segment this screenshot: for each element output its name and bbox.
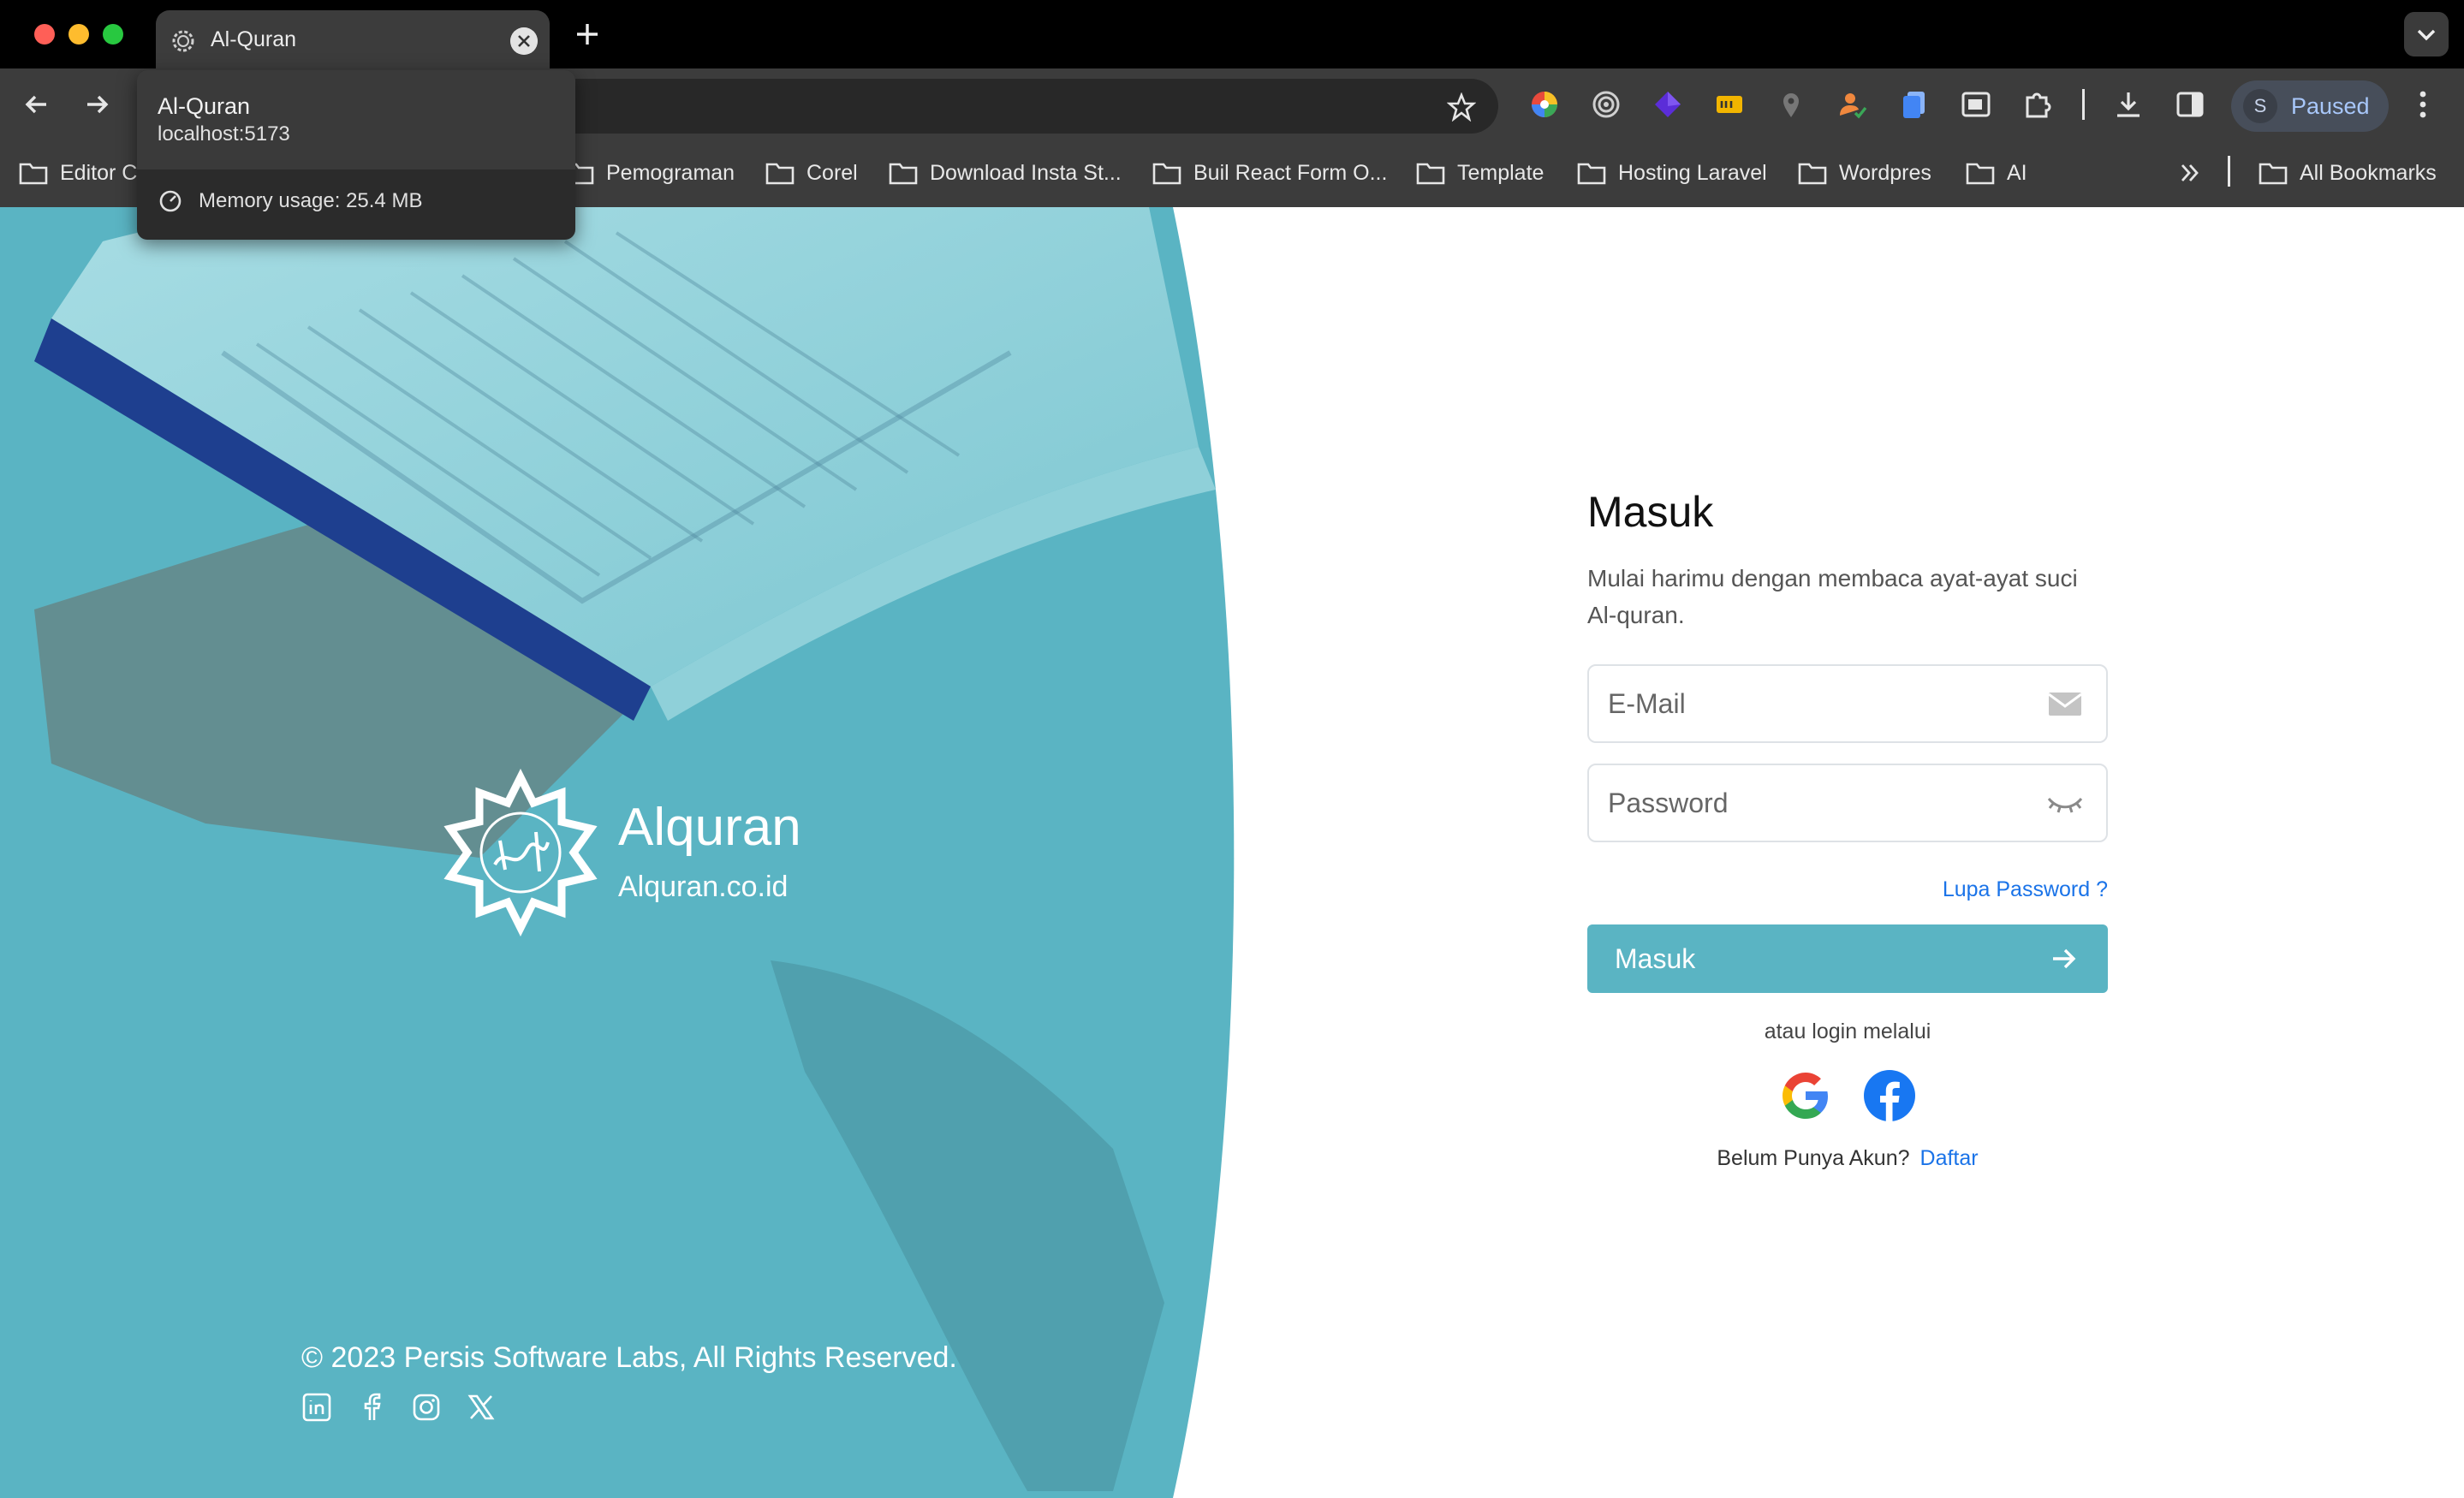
alt-login-text: atau login melalui	[1764, 1019, 1931, 1043]
x-icon[interactable]	[466, 1392, 497, 1423]
bookmark-folder[interactable]: Download Insta St...	[889, 156, 1122, 190]
pin-icon[interactable]	[1776, 89, 1806, 120]
form-subtitle: Mulai harimu dengan membaca ayat-ayat su…	[1587, 565, 2078, 628]
google-icon[interactable]	[1778, 1068, 1833, 1123]
folder-icon	[19, 163, 48, 185]
forgot-password-link[interactable]: Lupa Password ?	[1587, 877, 2108, 902]
envelope-icon	[2048, 693, 2082, 716]
email-input[interactable]	[1608, 666, 2036, 741]
brand-block: Alquran Alquran.co.id	[437, 769, 1087, 948]
docs-icon[interactable]	[1899, 89, 1930, 120]
bookmark-folder[interactable]: Corel	[765, 156, 858, 190]
hovercard-title: Al-Quran	[158, 93, 251, 119]
close-tab-icon[interactable]	[510, 27, 538, 55]
all-bookmarks-button[interactable]: All Bookmarks	[2259, 156, 2437, 190]
gauge-icon	[159, 190, 182, 212]
quran-seal-logo	[443, 769, 598, 936]
color-wheel-icon[interactable]	[1529, 89, 1560, 120]
puzzle-icon[interactable]	[2022, 89, 2053, 120]
signup-link[interactable]: Daftar	[1920, 1146, 1979, 1170]
tab-title: Al-Quran	[211, 27, 297, 51]
folder-icon	[765, 163, 795, 185]
profile-button[interactable]: S Paused	[2231, 80, 2389, 132]
tab-al-quran[interactable]: Al-Quran	[156, 10, 550, 68]
facebook-icon[interactable]	[1862, 1068, 1917, 1123]
bookmark-folder[interactable]: Editor C	[19, 156, 137, 190]
download-icon[interactable]	[2113, 89, 2144, 120]
minimize-window-button[interactable]	[68, 24, 89, 45]
bookmark-label: Hosting Laravel	[1618, 160, 1767, 185]
login-form: Masuk Mulai harimu dengan membaca ayat-a…	[1587, 486, 2108, 1171]
gem-icon[interactable]	[1652, 89, 1683, 120]
folder-icon	[1577, 163, 1606, 185]
email-field	[1587, 664, 2108, 743]
bookmark-folder[interactable]: AI	[1966, 156, 2027, 190]
bookmark-folder[interactable]: Template	[1416, 156, 1544, 190]
bookmark-folder[interactable]: Buil React Form O...	[1152, 156, 1387, 190]
window-icon[interactable]	[1961, 89, 1991, 120]
tab-hover-card: Al-Quran localhost:5173 Memory usage: 25…	[137, 70, 575, 240]
tab-strip: Al-Quran	[0, 0, 2464, 68]
folder-icon	[1798, 163, 1827, 185]
copyright-text: © 2023 Persis Software Labs, All Rights …	[301, 1341, 957, 1374]
folder-icon	[889, 163, 918, 185]
hovercard-memory: Memory usage: 25.4 MB	[199, 189, 423, 212]
back-icon[interactable]	[19, 87, 53, 122]
target-icon[interactable]	[1591, 89, 1622, 120]
brand-domain: Alquran.co.id	[618, 871, 789, 903]
arrow-right-icon	[2053, 948, 2076, 969]
login-button-label: Masuk	[1615, 942, 1696, 974]
tag-icon[interactable]	[1714, 89, 1745, 120]
bookmark-folder[interactable]: Hosting Laravel	[1577, 156, 1767, 190]
avatar: S	[2243, 89, 2277, 123]
form-title: Masuk	[1587, 488, 1714, 536]
forward-icon[interactable]	[80, 87, 115, 122]
bookmark-star-icon[interactable]	[1447, 92, 1476, 122]
linkedin-icon[interactable]	[301, 1392, 332, 1423]
close-window-button[interactable]	[34, 24, 55, 45]
folder-icon	[2259, 163, 2288, 185]
bookmark-label: Template	[1457, 160, 1544, 185]
profile-status: Paused	[2291, 93, 2370, 119]
facebook-icon[interactable]	[356, 1392, 387, 1423]
brand-name: Alquran	[618, 798, 801, 857]
bookmark-label: Corel	[806, 160, 858, 185]
folder-icon	[1152, 163, 1181, 185]
login-button[interactable]: Masuk	[1587, 924, 2108, 993]
hovercard-url: localhost:5173	[158, 122, 290, 146]
bookmark-folder[interactable]: Pemograman	[565, 156, 735, 190]
chevron-double-right-icon[interactable]	[2178, 161, 2202, 185]
eye-closed-icon[interactable]	[2046, 788, 2084, 818]
gear-icon	[172, 30, 194, 52]
password-input[interactable]	[1608, 765, 2036, 841]
bookmark-label: Pemograman	[606, 160, 735, 185]
login-page: Alquran Alquran.co.id © 2023 Persis Soft…	[0, 207, 2464, 1498]
bookmark-label: Wordpres	[1839, 160, 1931, 185]
signup-text: Belum Punya Akun?	[1717, 1146, 1910, 1170]
bookmark-label: AI	[2007, 160, 2027, 185]
instagram-icon[interactable]	[411, 1392, 442, 1423]
signup-row: Belum Punya Akun? Daftar	[1587, 1145, 2108, 1171]
social-links	[301, 1392, 497, 1423]
password-field	[1587, 764, 2108, 842]
bookmark-folder[interactable]: Wordpres	[1798, 156, 1931, 190]
bookmark-label: Editor C	[60, 160, 138, 185]
tab-search-icon[interactable]	[2404, 12, 2449, 56]
bookmark-label: Download Insta St...	[930, 160, 1122, 185]
folder-icon	[1966, 163, 1995, 185]
bookmark-label: Buil React Form O...	[1193, 160, 1388, 185]
bookmarks-divider	[2228, 156, 2230, 187]
more-menu-icon[interactable]	[2414, 87, 2431, 122]
user-check-icon[interactable]	[1837, 89, 1868, 120]
folder-icon	[1416, 163, 1445, 185]
toolbar-divider	[2082, 89, 2085, 120]
social-login-buttons	[1587, 1068, 2108, 1123]
side-panel-icon[interactable]	[2175, 89, 2205, 120]
new-tab-icon[interactable]	[570, 17, 604, 51]
maximize-window-button[interactable]	[103, 24, 123, 45]
all-bookmarks-label: All Bookmarks	[2300, 160, 2437, 185]
